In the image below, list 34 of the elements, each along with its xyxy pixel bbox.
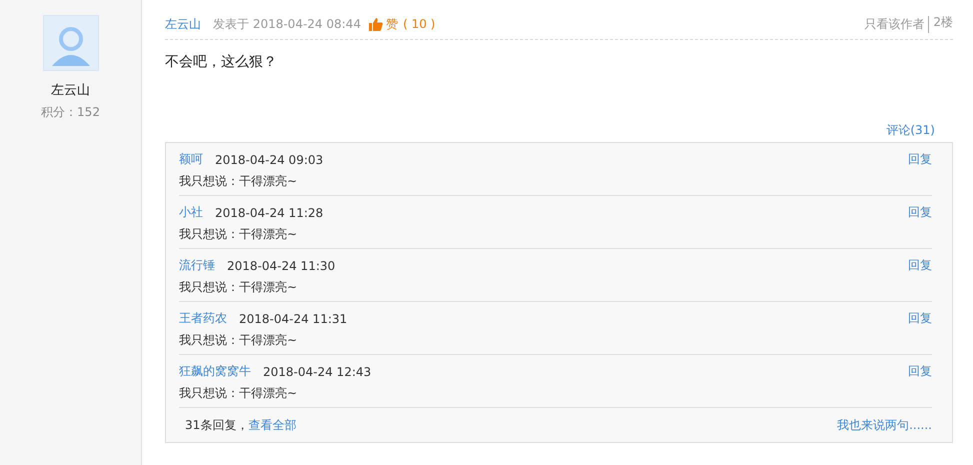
commenter-link[interactable]: 狂飙的窝窝牛 (179, 363, 251, 380)
comment-time: 2018-04-24 09:03 (215, 152, 324, 166)
comment-text: 我只想说：干得漂亮~ (179, 173, 298, 190)
commenter-link[interactable]: 额呵 (179, 151, 203, 168)
reply-link[interactable]: 回复 (908, 310, 932, 327)
reply-link[interactable]: 回复 (908, 363, 932, 380)
reply-link[interactable]: 回复 (908, 151, 932, 168)
commenter-link[interactable]: 王者药农 (179, 310, 227, 327)
comment-text: 我只想说：干得漂亮~ (179, 279, 298, 296)
reply-count: 31条回复， (185, 416, 248, 434)
thumbs-up-icon (368, 17, 383, 31)
username: 左云山 (51, 82, 90, 99)
comment-text: 我只想说：干得漂亮~ (179, 226, 298, 243)
post-time: 发表于 2018-04-24 08:44 (213, 16, 361, 32)
avatar[interactable] (42, 15, 98, 71)
comment-text: 我只想说：干得漂亮~ (179, 385, 298, 402)
comment-time: 2018-04-24 11:28 (215, 206, 324, 220)
comment-time: 2018-04-24 11:31 (239, 312, 348, 326)
comment-text: 我只想说：干得漂亮~ (179, 332, 298, 349)
author-only-link[interactable]: 只看该作者 (864, 16, 924, 32)
post-body: 不会吧，这么狠？ (165, 53, 278, 71)
comments-link[interactable]: 评论(31) (886, 122, 935, 140)
commenter-link[interactable]: 流行锤 (179, 257, 215, 274)
author-link[interactable]: 左云山 (165, 16, 201, 32)
reply-link[interactable]: 回复 (908, 204, 932, 221)
user-score: 积分：152 (41, 104, 100, 121)
commenter-link[interactable]: 小社 (179, 204, 203, 221)
view-all-link[interactable]: 查看全部 (248, 416, 296, 434)
like-button[interactable]: 赞 ( 10 ) (368, 16, 436, 32)
comment-time: 2018-04-24 12:43 (263, 364, 372, 378)
comment-time: 2018-04-24 11:30 (227, 258, 336, 272)
floor-number: 2楼 (928, 16, 953, 32)
reply-link[interactable]: 回复 (908, 257, 932, 274)
write-comment-link[interactable]: 我也来说两句...... (837, 416, 932, 434)
